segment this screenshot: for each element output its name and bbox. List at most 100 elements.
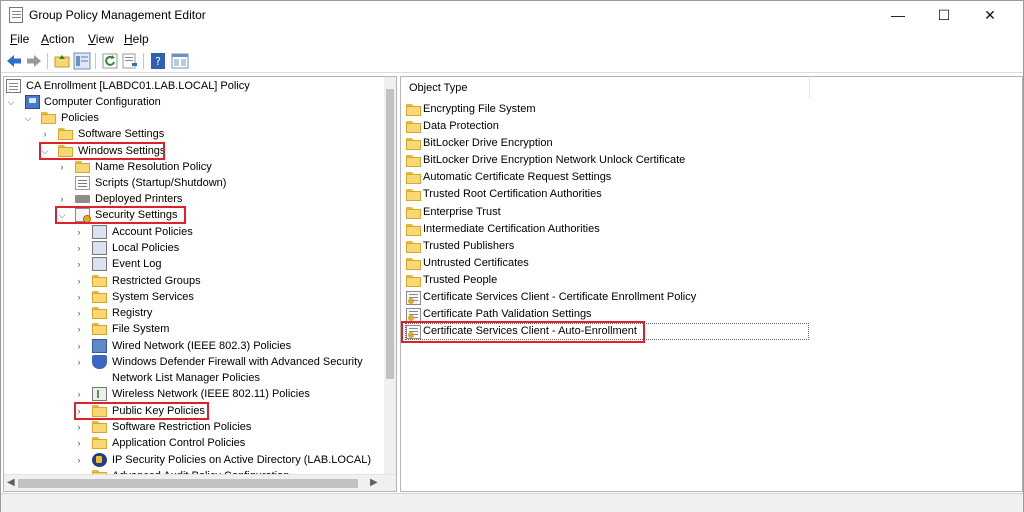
chevron-right-icon[interactable]: › bbox=[74, 256, 84, 272]
list-item-label: Trusted People bbox=[423, 274, 498, 286]
highlight-public-key-policies bbox=[74, 402, 209, 420]
list-item-label: BitLocker Drive Encryption Network Unloc… bbox=[423, 154, 686, 166]
folder-icon bbox=[406, 103, 421, 117]
chevron-right-icon[interactable]: › bbox=[74, 289, 84, 305]
column-header-object-type[interactable]: Object Type bbox=[401, 77, 810, 99]
tree-item-label: Windows Defender Firewall with Advanced … bbox=[112, 356, 363, 368]
menu-help[interactable]: Help bbox=[124, 32, 149, 46]
svg-text:?: ? bbox=[155, 55, 161, 68]
list-item-label: Intermediate Certification Authorities bbox=[423, 223, 600, 235]
chevron-right-icon[interactable]: › bbox=[74, 452, 84, 468]
menu-file[interactable]: File bbox=[10, 32, 29, 46]
folder-icon bbox=[406, 137, 421, 151]
maximize-button[interactable]: ☐ bbox=[921, 1, 967, 29]
show-hide-tree-icon[interactable] bbox=[73, 52, 91, 70]
list-item-label: Trusted Root Certification Authorities bbox=[423, 188, 602, 200]
chevron-right-icon[interactable]: › bbox=[40, 126, 50, 142]
window: Group Policy Management Editor — ☐ ✕ Fil… bbox=[0, 0, 1024, 512]
tree-item-label: Application Control Policies bbox=[112, 437, 246, 449]
tree-horizontal-scrollbar[interactable]: ◀ ▶ bbox=[4, 474, 396, 491]
lock-folder-icon bbox=[92, 274, 107, 288]
folder-icon bbox=[406, 120, 421, 134]
script-icon bbox=[75, 176, 90, 190]
properties-pane-icon[interactable] bbox=[171, 52, 189, 70]
menu-action-label: ction bbox=[49, 32, 75, 46]
refresh-icon[interactable] bbox=[101, 52, 119, 70]
folder-icon bbox=[406, 257, 421, 271]
list-item-label: Automatic Certificate Request Settings bbox=[423, 171, 612, 183]
chevron-right-icon[interactable]: › bbox=[74, 321, 84, 337]
console-tree-pane[interactable]: CA Enrollment [LABDC01.LAB.LOCAL] Policy… bbox=[3, 76, 397, 492]
menu-action-accesskey: A bbox=[41, 32, 50, 46]
folder-icon bbox=[92, 420, 107, 434]
chevron-right-icon[interactable]: › bbox=[74, 224, 84, 240]
tree-item-label: Event Log bbox=[112, 258, 162, 270]
chevron-right-icon[interactable]: › bbox=[57, 159, 67, 175]
export-list-icon[interactable] bbox=[121, 52, 139, 70]
menu-view-label: iew bbox=[95, 32, 114, 46]
gpme-app-icon bbox=[9, 7, 23, 23]
printer-icon bbox=[75, 195, 90, 203]
help-icon[interactable]: ? bbox=[149, 52, 167, 70]
folder-icon bbox=[75, 160, 90, 174]
chevron-down-icon[interactable]: ⌵ bbox=[23, 110, 33, 126]
tree-item-label: Policies bbox=[61, 112, 99, 124]
menu-view-accesskey: V bbox=[88, 32, 96, 46]
list-item-label: Enterprise Trust bbox=[423, 206, 501, 218]
chevron-right-icon[interactable]: › bbox=[74, 240, 84, 256]
up-folder-icon[interactable] bbox=[53, 52, 71, 70]
tree-item-label: Deployed Printers bbox=[95, 193, 183, 205]
folder-icon bbox=[406, 240, 421, 254]
tree-item-label: Registry bbox=[112, 307, 153, 319]
tree-item-label: Account Policies bbox=[112, 226, 193, 238]
menu-file-label: ile bbox=[17, 32, 30, 46]
back-arrow-icon[interactable] bbox=[5, 52, 23, 70]
chevron-right-icon[interactable]: › bbox=[74, 386, 84, 402]
tree-item-label: File System bbox=[112, 323, 170, 335]
certificate-policy-icon bbox=[406, 308, 421, 322]
list-item-label: Certificate Services Client - Certificat… bbox=[423, 291, 697, 303]
menu-action[interactable]: Action bbox=[41, 32, 74, 46]
folder-icon bbox=[406, 274, 421, 288]
scroll-left-arrow-icon[interactable]: ◀ bbox=[7, 477, 15, 488]
menu-view[interactable]: View bbox=[88, 32, 114, 46]
folder-icon bbox=[58, 127, 73, 141]
toolbar-separator bbox=[95, 53, 96, 69]
status-bar bbox=[1, 493, 1023, 512]
chevron-right-icon[interactable]: › bbox=[74, 338, 84, 354]
folder-icon bbox=[406, 171, 421, 185]
chevron-right-icon[interactable]: › bbox=[57, 191, 67, 207]
forward-arrow-icon[interactable] bbox=[25, 52, 43, 70]
lock-folder-icon bbox=[92, 290, 107, 304]
chevron-right-icon[interactable]: › bbox=[74, 419, 84, 435]
lock-folder-icon bbox=[92, 306, 107, 320]
title-bar: Group Policy Management Editor — ☐ ✕ bbox=[1, 1, 1023, 29]
tree-item-label: System Services bbox=[112, 291, 194, 303]
list-item-label: Data Protection bbox=[423, 120, 499, 132]
tree-item-label: CA Enrollment [LABDC01.LAB.LOCAL] Policy bbox=[26, 80, 250, 92]
close-button[interactable]: ✕ bbox=[967, 1, 1013, 29]
account-policies-icon bbox=[92, 225, 107, 239]
menu-help-accesskey: H bbox=[124, 32, 133, 46]
list-item-label: Untrusted Certificates bbox=[423, 257, 529, 269]
menu-bar: File Action View Help bbox=[1, 30, 1023, 48]
column-header-label: Object Type bbox=[409, 82, 468, 94]
scroll-right-arrow-icon[interactable]: ▶ bbox=[370, 477, 378, 488]
chevron-right-icon[interactable]: › bbox=[74, 435, 84, 451]
details-list-pane[interactable]: Object Type Encrypting File System Data … bbox=[400, 76, 1023, 492]
chevron-right-icon[interactable]: › bbox=[74, 273, 84, 289]
tree-vertical-scroll-thumb[interactable] bbox=[386, 89, 394, 379]
tree-horizontal-scroll-thumb[interactable] bbox=[18, 479, 358, 488]
chevron-down-icon[interactable]: ⌵ bbox=[6, 94, 16, 110]
tree-vertical-scrollbar[interactable] bbox=[384, 77, 396, 474]
toolbar-separator bbox=[143, 53, 144, 69]
tree-item-label: Network List Manager Policies bbox=[112, 372, 260, 384]
minimize-button[interactable]: — bbox=[875, 1, 921, 29]
toolbar-separator bbox=[47, 53, 48, 69]
chevron-right-icon[interactable]: › bbox=[74, 354, 84, 370]
list-item-label: Encrypting File System bbox=[423, 103, 536, 115]
menu-help-label: elp bbox=[132, 32, 149, 46]
tree-item-label: Software Settings bbox=[78, 128, 165, 140]
event-log-icon bbox=[92, 257, 107, 271]
chevron-right-icon[interactable]: › bbox=[74, 305, 84, 321]
